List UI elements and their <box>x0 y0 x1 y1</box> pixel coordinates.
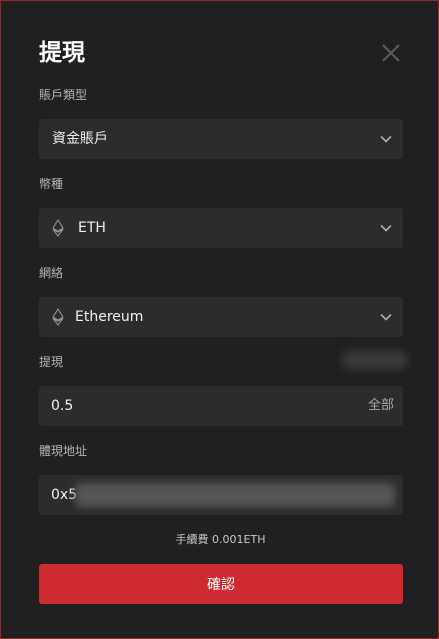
amount-label: 提現 <box>39 355 64 369</box>
modal-title: 提現 <box>39 40 85 66</box>
close-icon[interactable] <box>379 41 403 65</box>
network-value: Ethereum <box>75 309 144 325</box>
address-value: 0x5 <box>51 487 78 503</box>
network-label: 網絡 <box>39 266 64 280</box>
ethereum-icon <box>52 308 64 326</box>
chevron-down-icon <box>380 313 392 321</box>
address-label: 體現地址 <box>39 444 88 458</box>
amount-value: 0.5 <box>51 398 74 414</box>
fee-text: 手續費 0.001ETH <box>175 533 266 546</box>
currency-label: 幣種 <box>39 177 64 191</box>
currency-select[interactable]: ETH <box>39 208 403 248</box>
ethereum-icon <box>52 219 64 237</box>
confirm-button[interactable]: 確認 <box>39 564 403 604</box>
address-input[interactable]: 0x5 <box>39 475 403 515</box>
available-balance-redacted <box>343 351 407 369</box>
address-redacted <box>75 483 395 507</box>
network-select[interactable]: Ethereum <box>39 297 403 337</box>
currency-value: ETH <box>78 220 106 236</box>
chevron-down-icon <box>380 135 392 143</box>
account-type-label: 賬戶類型 <box>39 88 88 102</box>
chevron-down-icon <box>380 224 392 232</box>
withdraw-modal: 提現 賬戶類型 資金賬戶 幣種 ETH 網絡 Ethereum 提現 0.5 全… <box>0 0 439 639</box>
amount-input[interactable]: 0.5 全部 <box>39 386 403 426</box>
account-type-select[interactable]: 資金賬戶 <box>39 119 403 159</box>
all-amount-button[interactable]: 全部 <box>368 386 394 426</box>
account-type-value: 資金賬戶 <box>52 131 108 147</box>
